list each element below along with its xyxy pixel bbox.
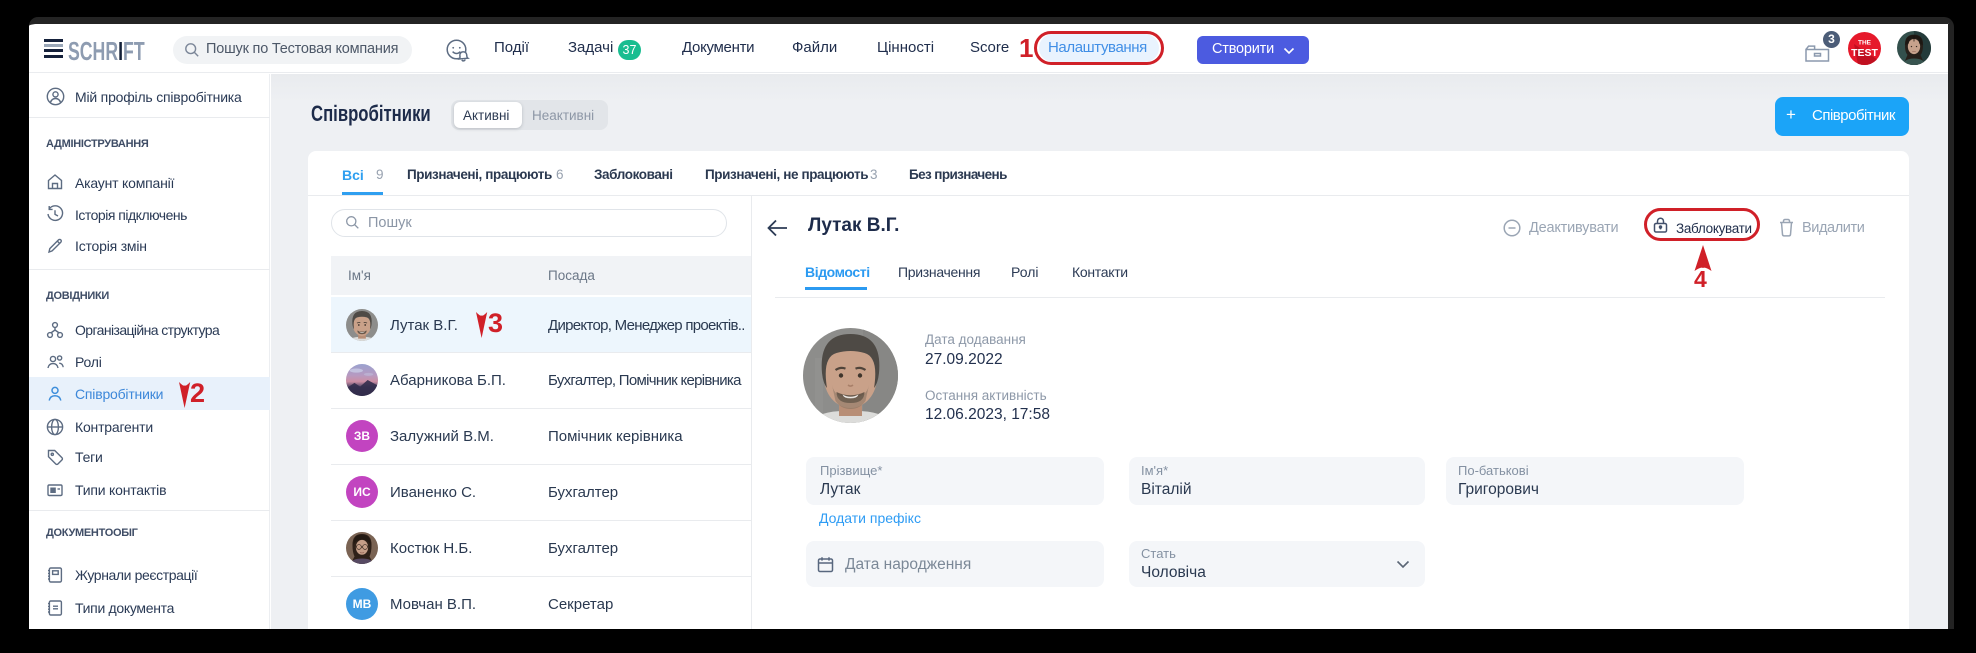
svg-text:TEST: TEST: [1851, 47, 1878, 59]
svg-text:THE: THE: [1858, 40, 1872, 47]
